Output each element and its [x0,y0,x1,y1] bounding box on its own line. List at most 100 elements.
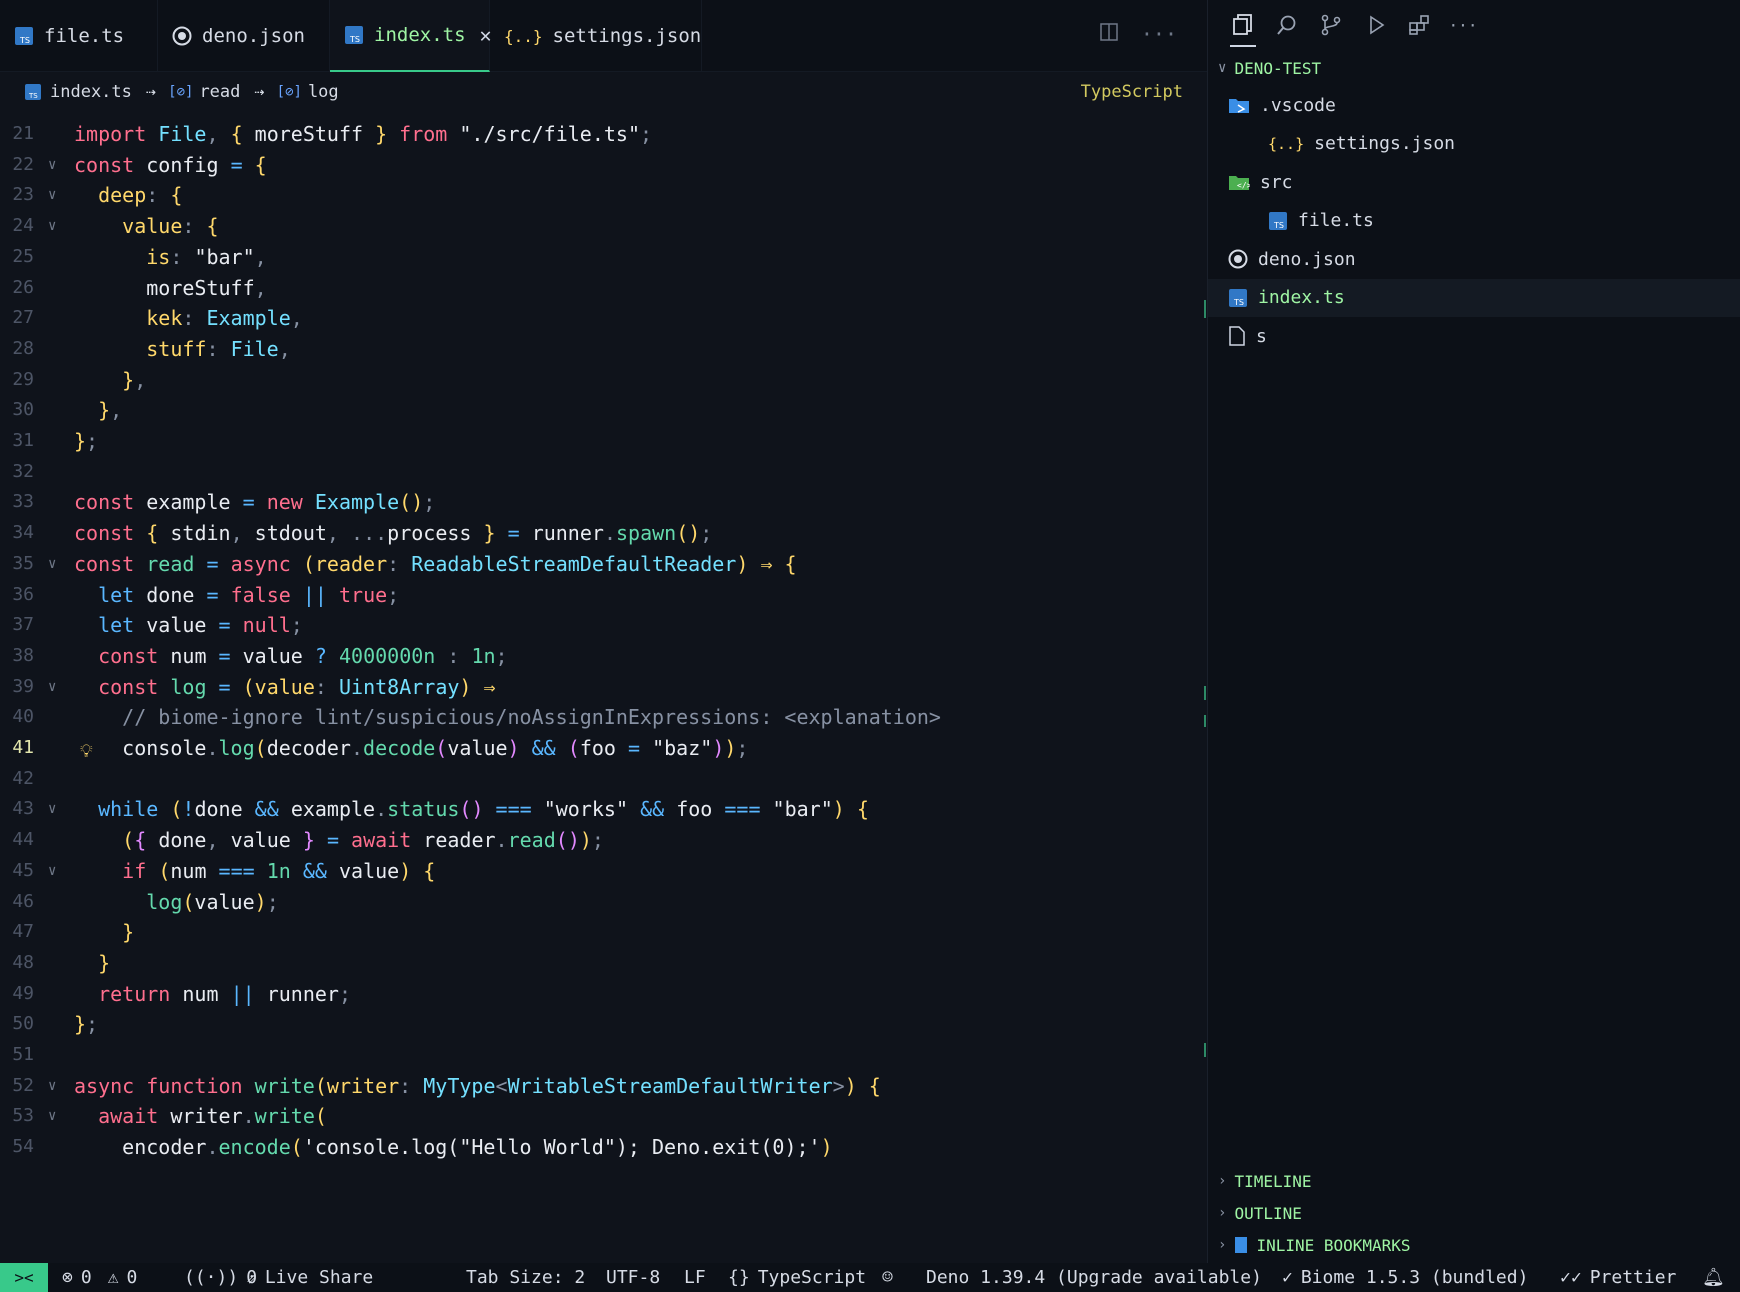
explorer-section-header[interactable]: ∨ DENO-TEST [1208,52,1740,84]
code-line[interactable]: 32 [0,455,1207,489]
fold-chevron-icon[interactable]: ∨ [48,178,56,212]
tree-item[interactable]: s [1208,317,1740,355]
live-share-button[interactable]: ⇗ Live Share [246,1263,373,1292]
fold-chevron-icon[interactable]: ∨ [48,1069,56,1103]
code-line[interactable]: 37 let value = null; [0,608,1207,642]
bell-icon[interactable]: 🔔︎ [1702,1263,1725,1292]
breadcrumb-file[interactable]: index.ts [50,82,132,102]
problems-indicator[interactable]: ⊗ 0 ⚠ 0 [62,1263,137,1292]
search-icon[interactable] [1274,12,1300,38]
code-line[interactable]: 23 ∨ deep: { [0,178,1207,212]
code-line[interactable]: 22 ∨ const config = { [0,148,1207,182]
code-line[interactable]: 21 import File, { moreStuff } from "./src… [0,117,1207,151]
tree-item[interactable]: TS index.ts [1208,278,1740,317]
code-line[interactable]: 40 // biome-ignore lint/suspicious/noAss… [0,700,1207,734]
copilot-icon[interactable]: ☺ [882,1263,893,1292]
source-control-icon[interactable] [1318,12,1344,38]
biome-status[interactable]: ✓ Biome 1.5.3 (bundled) [1282,1263,1528,1292]
prettier-status[interactable]: ✓✓ Prettier [1560,1263,1676,1292]
tab-size-indicator[interactable]: Tab Size: 2 [466,1263,585,1292]
line-number: 46 [12,890,34,912]
code-line[interactable]: 25 is: "bar", [0,240,1207,274]
ts-file-icon: TS [344,25,364,45]
encoding-indicator[interactable]: UTF-8 [606,1263,660,1292]
code-text: }; [74,429,99,453]
code-text: const log = (value: Uint8Array) ⇒ [98,674,496,699]
fold-chevron-icon[interactable]: ∨ [48,854,56,888]
code-line[interactable]: 49 return num || runner; [0,977,1207,1011]
code-line[interactable]: 30 }, [0,393,1207,427]
split-editor-icon[interactable] [1099,22,1119,47]
code-text: }, [122,367,147,392]
code-line[interactable]: 41 💡︎ console.log(decoder.decode(value) &… [0,731,1207,765]
code-line[interactable]: 54 encoder.encode('console.log("Hello Wo… [0,1130,1207,1164]
code-line[interactable]: 45 ∨ if (num === 1n && value) { [0,854,1207,888]
language-label[interactable]: TypeScript [1081,82,1183,102]
code-line[interactable]: 47 } [0,915,1207,949]
line-number: 22 [12,153,34,175]
code-text: console.log(decoder.decode(value) && (fo… [122,736,749,760]
timeline-section-header[interactable]: › TIMELINE [1208,1165,1740,1197]
tree-item[interactable]: .vscode [1208,86,1740,124]
line-number: 54 [12,1136,34,1158]
code-line[interactable]: 29 }, [0,363,1207,397]
breadcrumb-symbol-read[interactable]: read [199,82,240,102]
line-number: 51 [12,1044,34,1065]
tab-index-ts[interactable]: TS index.ts ✕ [330,0,492,72]
more-actions-icon[interactable]: ··· [1141,22,1177,47]
code-line[interactable]: 44 ({ done, value } = await reader.read(… [0,823,1207,857]
code-line[interactable]: 34 const { stdin, stdout, ...process } = … [0,516,1207,550]
fold-chevron-icon[interactable]: ∨ [48,547,56,581]
line-number: 47 [12,921,34,943]
code-text: deep: { [98,183,183,208]
tree-item[interactable]: TS file.ts [1208,202,1740,240]
code-line[interactable]: 36 let done = false || true; [0,578,1207,612]
code-line[interactable]: 26 moreStuff, [0,271,1207,305]
breadcrumb-symbol-log[interactable]: log [308,82,339,102]
code-line[interactable]: 39 ∨ const log = (value: Uint8Array) ⇒ [0,670,1207,704]
code-line[interactable]: 52 ∨ async function write(writer: MyType<W… [0,1069,1207,1103]
more-icon[interactable]: ··· [1449,12,1478,38]
tab-file-ts[interactable]: TS file.ts [0,0,158,72]
outline-section-header[interactable]: › OUTLINE [1208,1197,1740,1229]
code-line[interactable]: 42 [0,762,1207,796]
code-line[interactable]: 28 stuff: File, [0,332,1207,366]
fold-chevron-icon[interactable]: ∨ [48,792,56,826]
code-text: ({ done, value } = await reader.read()); [122,828,604,853]
fold-chevron-icon[interactable]: ∨ [48,670,56,704]
code-line[interactable]: 27 kek: Example, [0,301,1207,335]
code-line[interactable]: 50}; [0,1007,1207,1041]
code-line[interactable]: 53 ∨ await writer.write( [0,1099,1207,1133]
code-line[interactable]: 43 ∨ while (!done && example.status() ===… [0,792,1207,826]
language-mode-button[interactable]: {} TypeScript [728,1263,866,1292]
code-editor[interactable]: 21 import File, { moreStuff } from "./src… [0,117,1207,1263]
remote-indicator-icon[interactable]: >< [0,1263,48,1292]
tab-deno-json[interactable]: deno.json [158,0,330,72]
tree-item[interactable]: </> src [1208,163,1740,201]
code-line[interactable]: 31}; [0,424,1207,458]
section-label: TIMELINE [1234,1171,1312,1191]
tree-item-label: src [1260,171,1293,193]
code-line[interactable]: 24 ∨ value: { [0,209,1207,243]
eol-indicator[interactable]: LF [684,1263,706,1292]
code-line[interactable]: 46 log(value); [0,885,1207,919]
tree-item[interactable]: deno.json [1208,240,1740,278]
fold-chevron-icon[interactable]: ∨ [48,209,56,243]
deno-status[interactable]: Deno 1.39.4 (Upgrade available) [926,1263,1262,1292]
extensions-icon[interactable] [1406,12,1432,38]
run-debug-icon[interactable] [1362,12,1388,38]
language-mode-label: TypeScript [757,1267,867,1288]
code-line[interactable]: 51 [0,1038,1207,1072]
code-line[interactable]: 38 const num = value ? 4000000n : 1n; [0,639,1207,673]
tree-item[interactable]: {..} settings.json [1208,125,1740,163]
tab-bar: TS file.ts deno.json TS index.ts ✕ {..} … [0,0,1207,72]
fold-chevron-icon[interactable]: ∨ [48,148,56,182]
tab-settings-json[interactable]: {..} settings.json [490,0,702,72]
fold-chevron-icon[interactable]: ∨ [48,1099,56,1133]
code-line[interactable]: 33 const example = new Example(); [0,485,1207,519]
inline-bookmarks-section-header[interactable]: › INLINE BOOKMARKS [1208,1229,1740,1261]
code-line[interactable]: 35 ∨ const read = async (reader: ReadableS… [0,547,1207,581]
code-text: await writer.write( [98,1104,327,1129]
explorer-icon[interactable] [1230,3,1256,47]
code-line[interactable]: 48 } [0,946,1207,980]
